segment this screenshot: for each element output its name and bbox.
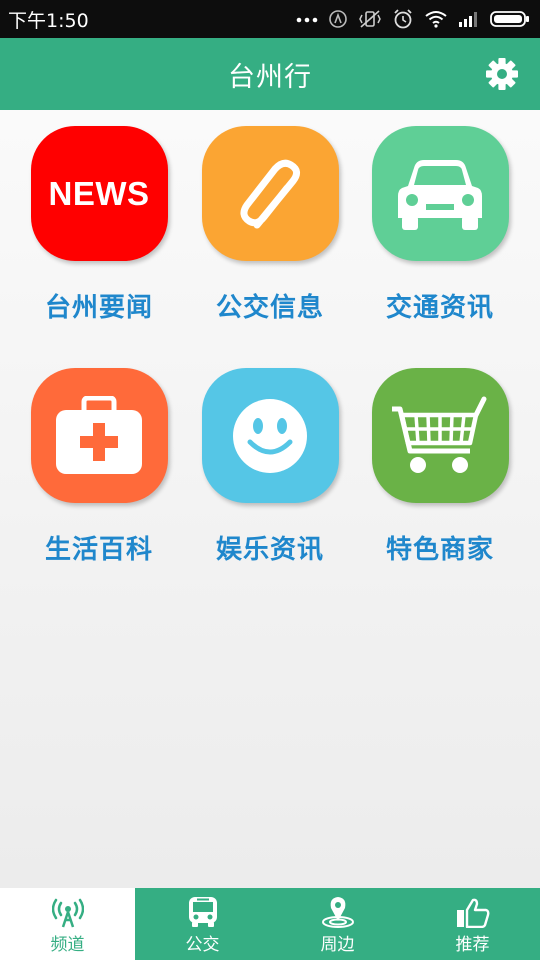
bus-icon: [188, 896, 217, 927]
tile-icon-bg: [371, 368, 509, 503]
tile-icon-bg: [30, 368, 168, 503]
tile-taizhou-news[interactable]: NEWS 台州要闻: [14, 126, 184, 356]
nav-item-channels[interactable]: 频道: [0, 888, 135, 960]
vibrate-icon: [359, 10, 381, 28]
status-bar: 下午1:50: [0, 0, 540, 38]
tile-featured-merchants[interactable]: 特色商家: [355, 368, 525, 598]
paperclip-icon: [240, 159, 300, 228]
gear-icon: [486, 58, 518, 90]
thumbs-up-icon: [456, 898, 489, 928]
news-icon: NEWS: [48, 174, 150, 212]
alarm-icon: [394, 9, 412, 29]
nav-item-bus[interactable]: 公交: [135, 888, 270, 960]
tile-icon-bg: [201, 126, 339, 261]
tile-icon-bg: [371, 126, 509, 261]
nav-item-recommend[interactable]: 推荐: [405, 888, 540, 960]
nav-label: 公交: [185, 934, 220, 955]
car-icon: [398, 159, 482, 230]
tile-icon-bg: [201, 368, 339, 503]
tile-label: 台州要闻: [44, 293, 153, 323]
bottom-nav: 频道 公交 周边 推荐: [0, 888, 540, 960]
nav-label: 频道: [50, 934, 85, 955]
battery-icon: [490, 11, 529, 27]
page-title: 台州行: [228, 61, 312, 93]
tile-life-encyclopedia[interactable]: 生活百科: [14, 368, 184, 598]
tile-traffic-news[interactable]: 交通资讯: [355, 126, 525, 356]
app-header: 台州行: [0, 38, 540, 110]
nav-label: 推荐: [455, 934, 490, 955]
tile-bus-info[interactable]: 公交信息: [185, 126, 355, 356]
status-time: 下午1:50: [8, 9, 89, 32]
wifi-icon: [425, 11, 447, 28]
tile-entertainment-news[interactable]: 娱乐资讯: [185, 368, 355, 598]
shopping-cart-icon: [392, 396, 487, 473]
tile-label: 交通资讯: [385, 293, 494, 323]
hotspot-icon: [329, 10, 347, 28]
tile-label: 特色商家: [385, 535, 494, 565]
tile-label: 娱乐资讯: [215, 535, 324, 565]
smiley-icon: [233, 398, 307, 473]
more-dots-icon: [296, 17, 318, 23]
channel-grid: NEWS 台州要闻 公交信息 交通资讯 生活百科 娱乐资讯 特色商家: [0, 110, 540, 888]
settings-button[interactable]: [484, 56, 520, 92]
tile-icon-bg: NEWS: [30, 126, 168, 261]
tile-label: 公交信息: [215, 293, 324, 323]
tile-label: 生活百科: [44, 535, 153, 565]
signal-icon: [459, 12, 477, 27]
status-icons: [296, 8, 530, 30]
nav-item-nearby[interactable]: 周边: [270, 888, 405, 960]
nav-label: 周边: [320, 934, 355, 955]
first-aid-kit-icon: [56, 395, 142, 474]
location-pin-icon: [321, 896, 354, 928]
antenna-icon: [51, 898, 84, 927]
